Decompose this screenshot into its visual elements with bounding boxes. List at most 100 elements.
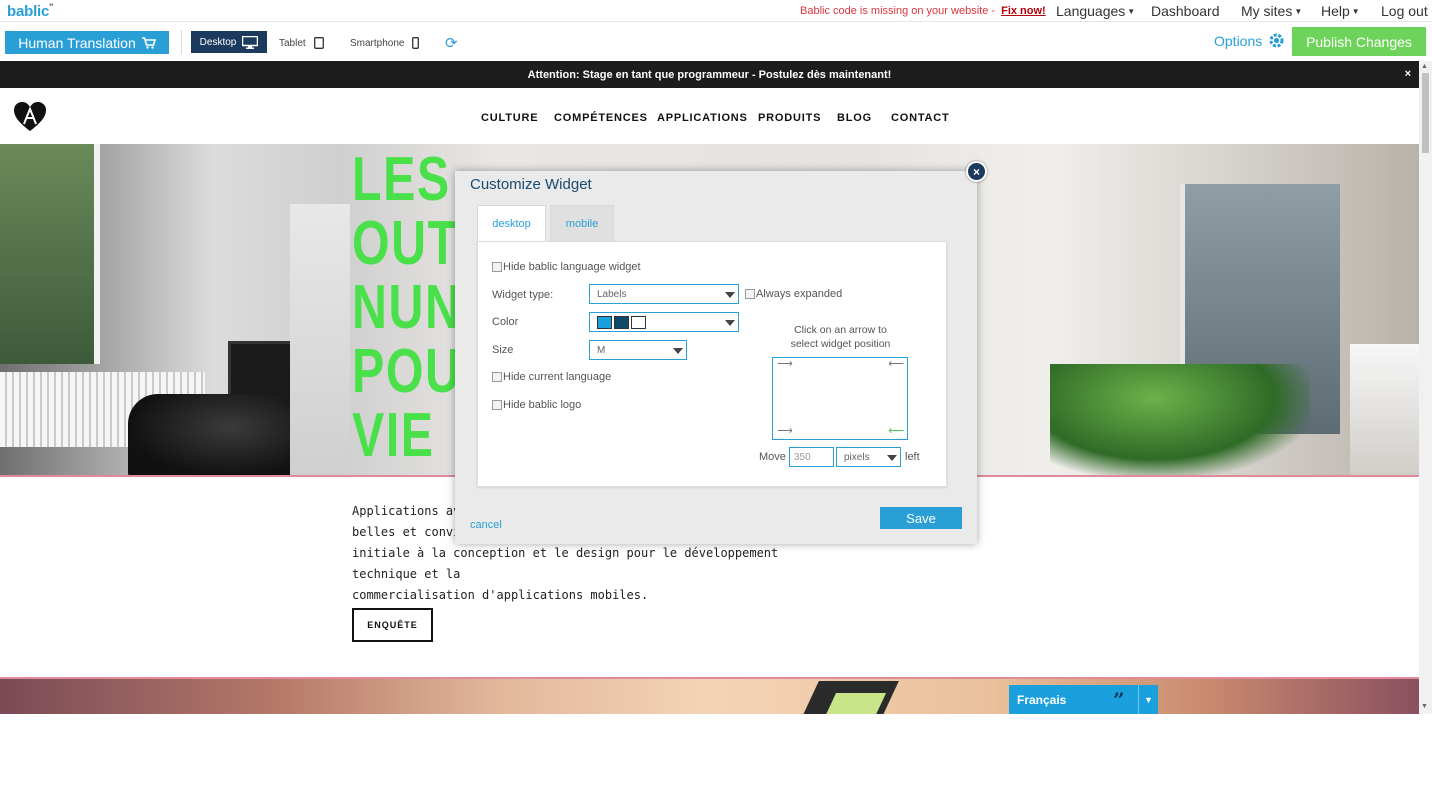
fix-now-link[interactable]: Fix now!: [1001, 5, 1046, 17]
cancel-link[interactable]: cancel: [470, 519, 502, 531]
caret-down-icon: [673, 348, 683, 354]
color-select[interactable]: [589, 312, 739, 332]
checkbox[interactable]: [492, 262, 502, 272]
hero-headline-line: NUN: [352, 273, 462, 342]
widget-type-label: Widget type:: [492, 289, 554, 301]
editor-toolbar: Human Translation Desktop Tablet Smartph…: [0, 22, 1432, 61]
hero-plants: [1050, 364, 1310, 475]
bablic-topbar: bablic" Bablic code is missing on your w…: [0, 0, 1432, 22]
hide-widget-checkbox[interactable]: Hide bablic language widget: [492, 261, 641, 273]
smartphone-view-button[interactable]: Smartphone: [350, 37, 420, 49]
help-menu[interactable]: Help ▼: [1321, 3, 1360, 19]
desktop-view-button[interactable]: Desktop: [191, 31, 267, 53]
scroll-thumb[interactable]: [1422, 73, 1429, 153]
close-icon[interactable]: ×: [1405, 68, 1411, 80]
toolbar-divider: [181, 30, 182, 54]
caret-down-icon: ▼: [1351, 7, 1360, 16]
color-label: Color: [492, 316, 519, 328]
my-sites-menu[interactable]: My sites ▼: [1241, 3, 1302, 19]
caret-down-icon: ▼: [1294, 7, 1303, 16]
move-unit-select[interactable]: pixels: [836, 447, 901, 467]
checkbox[interactable]: [745, 289, 755, 299]
hero-headline-line: LES: [352, 145, 451, 214]
caret-down-icon: [725, 320, 735, 326]
enquete-button[interactable]: ENQUÊTE: [352, 608, 433, 642]
cart-icon: [141, 36, 156, 49]
code-missing-warning: Bablic code is missing on your website -…: [800, 5, 1046, 17]
hero-counter: [1350, 344, 1419, 475]
chevron-down-icon[interactable]: ▼: [1138, 685, 1158, 714]
caret-down-icon: [887, 455, 897, 461]
site-navbar: CULTURE COMPÉTENCES APPLICATIONS PRODUIT…: [0, 88, 1419, 144]
tab-mobile[interactable]: mobile: [550, 205, 614, 242]
hero-headline-line: VIE: [352, 401, 435, 470]
color-swatch: [614, 316, 629, 329]
hide-current-language-checkbox[interactable]: Hide current language: [492, 371, 611, 383]
position-hint: Click on an arrow to select widget posit…: [790, 324, 891, 350]
site-logo-heart-icon[interactable]: [14, 102, 46, 132]
nav-contact[interactable]: CONTACT: [891, 112, 950, 124]
always-expanded-checkbox[interactable]: Always expanded: [745, 288, 842, 300]
checkbox[interactable]: [492, 400, 502, 410]
hero-shelf: [290, 204, 350, 475]
tab-desktop[interactable]: desktop: [477, 205, 546, 242]
bablic-logo[interactable]: bablic": [7, 2, 53, 20]
hero-headline-line: POU: [352, 337, 462, 406]
customize-widget-dialog: Customize Widget × desktop mobile Hide b…: [455, 161, 987, 544]
move-direction-label: left: [905, 451, 920, 463]
attention-text: Attention: Stage en tant que programmeur…: [527, 68, 892, 81]
checkbox[interactable]: [492, 372, 502, 382]
language-widget[interactable]: Français ” ▼: [1009, 685, 1158, 714]
hero-chair: [128, 394, 298, 475]
scroll-down-icon[interactable]: ▼: [1421, 703, 1428, 710]
options-button[interactable]: Options: [1214, 32, 1285, 49]
hero-headline-line: OUT: [352, 209, 459, 278]
intro-line: initiale à la conception et le design po…: [352, 546, 779, 581]
attention-banner: Attention: Stage en tant que programmeur…: [0, 61, 1419, 88]
bottom-image-strip: [0, 677, 1419, 714]
color-swatch: [631, 316, 646, 329]
size-select[interactable]: M: [589, 340, 687, 360]
monitor-icon: [242, 35, 259, 49]
nav-applications[interactable]: APPLICATIONS: [657, 112, 748, 124]
scroll-up-icon[interactable]: ▲: [1421, 63, 1428, 70]
page-scrollbar[interactable]: ▲ ▼: [1419, 61, 1432, 714]
hide-logo-checkbox[interactable]: Hide bablic logo: [492, 399, 581, 411]
nav-culture[interactable]: CULTURE: [481, 112, 538, 124]
nav-produits[interactable]: PRODUITS: [758, 112, 821, 124]
widget-type-select[interactable]: Labels: [589, 284, 739, 304]
color-swatch: [597, 316, 612, 329]
hero-window-left: [0, 144, 100, 364]
arrow-top-left-icon[interactable]: ⟶: [777, 359, 793, 370]
gear-icon: [1269, 33, 1284, 48]
smartphone-icon: [412, 37, 420, 49]
refresh-icon[interactable]: ⟳: [445, 34, 458, 52]
languages-menu[interactable]: Languages ▼: [1056, 3, 1135, 19]
publish-changes-button[interactable]: Publish Changes: [1292, 27, 1426, 56]
tablet-icon: [313, 37, 324, 49]
bablic-quote-icon: ”: [1113, 688, 1125, 712]
strip-phone-screen: [823, 693, 887, 714]
nav-blog[interactable]: BLOG: [837, 112, 872, 124]
current-language-label: Français: [1017, 693, 1067, 707]
logout-link[interactable]: Log out: [1381, 3, 1428, 19]
move-offset-input[interactable]: 350: [789, 447, 834, 467]
move-label: Move: [759, 451, 786, 463]
caret-down-icon: ▼: [1127, 7, 1136, 16]
nav-competences[interactable]: COMPÉTENCES: [554, 112, 648, 124]
close-icon[interactable]: ×: [966, 161, 987, 182]
dialog-title: Customize Widget: [470, 176, 592, 193]
dashboard-link[interactable]: Dashboard: [1151, 3, 1220, 19]
caret-down-icon: [725, 292, 735, 298]
human-translation-button[interactable]: Human Translation: [5, 31, 169, 54]
size-label: Size: [492, 344, 514, 356]
save-button[interactable]: Save: [880, 507, 962, 529]
arrow-bottom-left-icon[interactable]: ⟶: [777, 426, 793, 437]
position-picker: ⟶ ⟵ ⟶ ⟵: [772, 357, 908, 440]
settings-panel: Hide bablic language widget Widget type:…: [477, 241, 947, 487]
arrow-bottom-right-icon[interactable]: ⟵: [888, 426, 904, 437]
arrow-top-right-icon[interactable]: ⟵: [888, 359, 904, 370]
tablet-view-button[interactable]: Tablet: [279, 37, 324, 49]
warning-text: Bablic code is missing on your website -: [800, 5, 996, 17]
intro-line: commercialisation d'applications mobiles…: [352, 588, 649, 602]
